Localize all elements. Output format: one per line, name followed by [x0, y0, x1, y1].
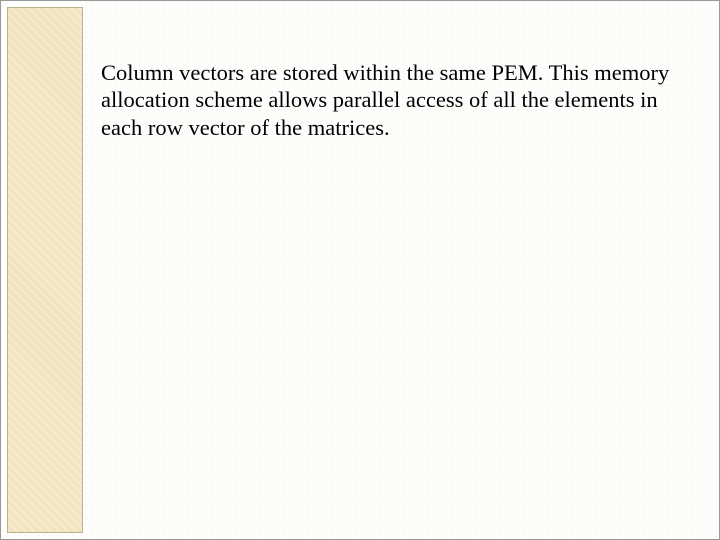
content-area: Column vectors are stored within the sam…	[101, 59, 679, 141]
slide: Column vectors are stored within the sam…	[0, 0, 720, 540]
body-text: Column vectors are stored within the sam…	[101, 59, 679, 141]
sidebar-accent	[7, 7, 83, 533]
